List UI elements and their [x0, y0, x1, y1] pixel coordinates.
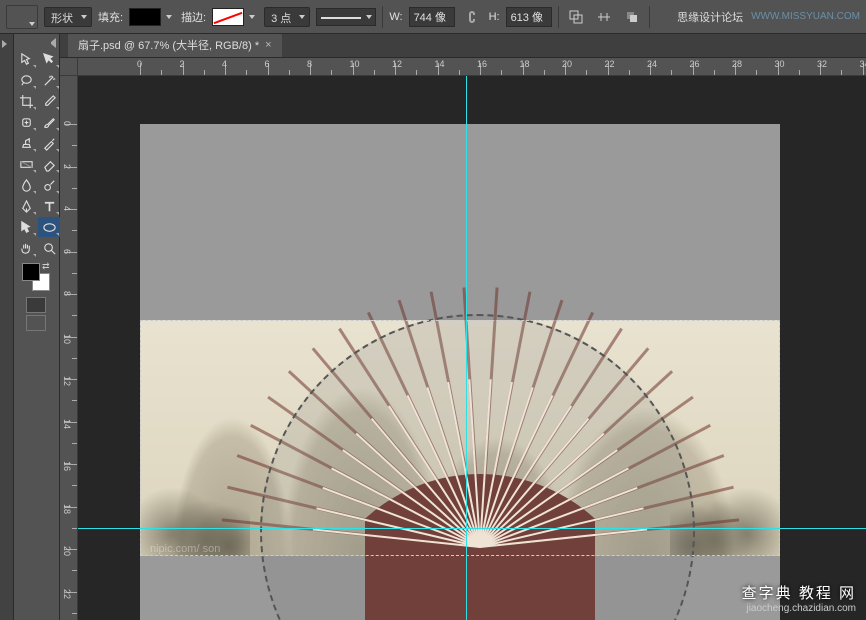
- artboard: nipic.com/ son: [140, 124, 780, 620]
- artboard-tool[interactable]: [38, 49, 60, 69]
- lasso-tool[interactable]: [15, 70, 37, 90]
- magic-wand-tool[interactable]: [38, 70, 60, 90]
- gradient-tool[interactable]: [15, 154, 37, 174]
- stroke-type-dropdown[interactable]: [316, 8, 376, 26]
- options-bar: 形状 填充: 描边: 3 点 W: H: 思缘设计论坛 WWW.MISSYUAN…: [0, 0, 866, 34]
- separator: [558, 6, 559, 28]
- height-label: H:: [489, 11, 500, 23]
- crop-tool[interactable]: [15, 91, 37, 111]
- footer-watermark: 查字典 教程 网 jiaocheng.chazidian.com: [742, 582, 856, 614]
- brush-tool[interactable]: [38, 112, 60, 132]
- fill-swatch[interactable]: [129, 8, 161, 26]
- blur-tool[interactable]: [15, 175, 37, 195]
- path-selection-tool[interactable]: [15, 217, 37, 237]
- link-wh-icon[interactable]: [461, 6, 483, 28]
- document-tab-title: 扇子.psd @ 67.7% (大半径, RGB/8) *: [78, 37, 259, 53]
- tools-collapse-icon[interactable]: [14, 38, 59, 48]
- eyedropper-tool[interactable]: [38, 91, 60, 111]
- history-brush-tool[interactable]: [38, 133, 60, 153]
- pen-tool[interactable]: [15, 196, 37, 216]
- swap-colors-icon[interactable]: ⇄: [42, 261, 52, 271]
- workspace: ⇄ 扇子.psd @ 67.7% (大半径, RGB/8) * × 024681…: [0, 34, 866, 620]
- collapsed-left-panel[interactable]: [0, 34, 14, 620]
- tools-panel: ⇄: [14, 34, 60, 620]
- color-wells[interactable]: ⇄: [14, 259, 59, 295]
- footer-line2: jiaocheng.chazidian.com: [742, 603, 856, 614]
- canvas-viewport[interactable]: nipic.com/ son: [78, 76, 866, 620]
- zoom-tool[interactable]: [38, 238, 60, 258]
- stroke-width-dropdown[interactable]: 3 点: [264, 7, 310, 27]
- width-input[interactable]: [409, 7, 455, 27]
- footer-line1: 查字典 教程 网: [742, 582, 856, 603]
- clone-stamp-tool[interactable]: [15, 133, 37, 153]
- document-area: 扇子.psd @ 67.7% (大半径, RGB/8) * × 02468101…: [60, 34, 866, 620]
- watermark-sub: WWW.MISSYUAN.COM: [751, 11, 860, 22]
- fill-label: 填充:: [98, 9, 123, 25]
- stroke-width-value: 3 点: [271, 13, 291, 25]
- tool-preset-picker[interactable]: [6, 5, 38, 29]
- hand-tool[interactable]: [15, 238, 37, 258]
- stroke-label: 描边:: [181, 9, 206, 25]
- separator: [649, 6, 650, 28]
- top-watermark: 思缘设计论坛 WWW.MISSYUAN.COM: [677, 9, 860, 25]
- move-tool[interactable]: [15, 49, 37, 69]
- watermark-main: 思缘设计论坛: [677, 9, 743, 25]
- ruler-horizontal[interactable]: 024681012141618202224262830323436: [78, 58, 866, 76]
- height-input[interactable]: [506, 7, 552, 27]
- guide-vertical[interactable]: [466, 76, 467, 620]
- width-label: W:: [389, 11, 402, 23]
- image-watermark: nipic.com/ son: [150, 543, 220, 555]
- shape-mode-label: 形状: [51, 13, 73, 25]
- stroke-swatch[interactable]: [212, 8, 244, 26]
- path-align-icon[interactable]: [593, 6, 615, 28]
- eraser-tool[interactable]: [38, 154, 60, 174]
- path-arrange-icon[interactable]: [621, 6, 643, 28]
- foreground-color[interactable]: [22, 263, 40, 281]
- ruler-origin[interactable]: [60, 58, 78, 76]
- path-combine-icon[interactable]: [565, 6, 587, 28]
- standard-mode-button[interactable]: [26, 297, 46, 313]
- close-tab-icon[interactable]: ×: [265, 39, 271, 51]
- shape-mode-dropdown[interactable]: 形状: [44, 7, 92, 27]
- tab-bar: 扇子.psd @ 67.7% (大半径, RGB/8) * ×: [60, 34, 866, 58]
- document-tab[interactable]: 扇子.psd @ 67.7% (大半径, RGB/8) * ×: [68, 34, 282, 57]
- guide-horizontal[interactable]: [78, 528, 866, 529]
- separator: [382, 6, 383, 28]
- quickmask-mode-button[interactable]: [26, 315, 46, 331]
- dodge-tool[interactable]: [38, 175, 60, 195]
- type-tool[interactable]: [38, 196, 60, 216]
- ellipse-tool[interactable]: [38, 217, 60, 237]
- healing-brush-tool[interactable]: [15, 112, 37, 132]
- ruler-vertical[interactable]: 0246810121416182022: [60, 76, 78, 620]
